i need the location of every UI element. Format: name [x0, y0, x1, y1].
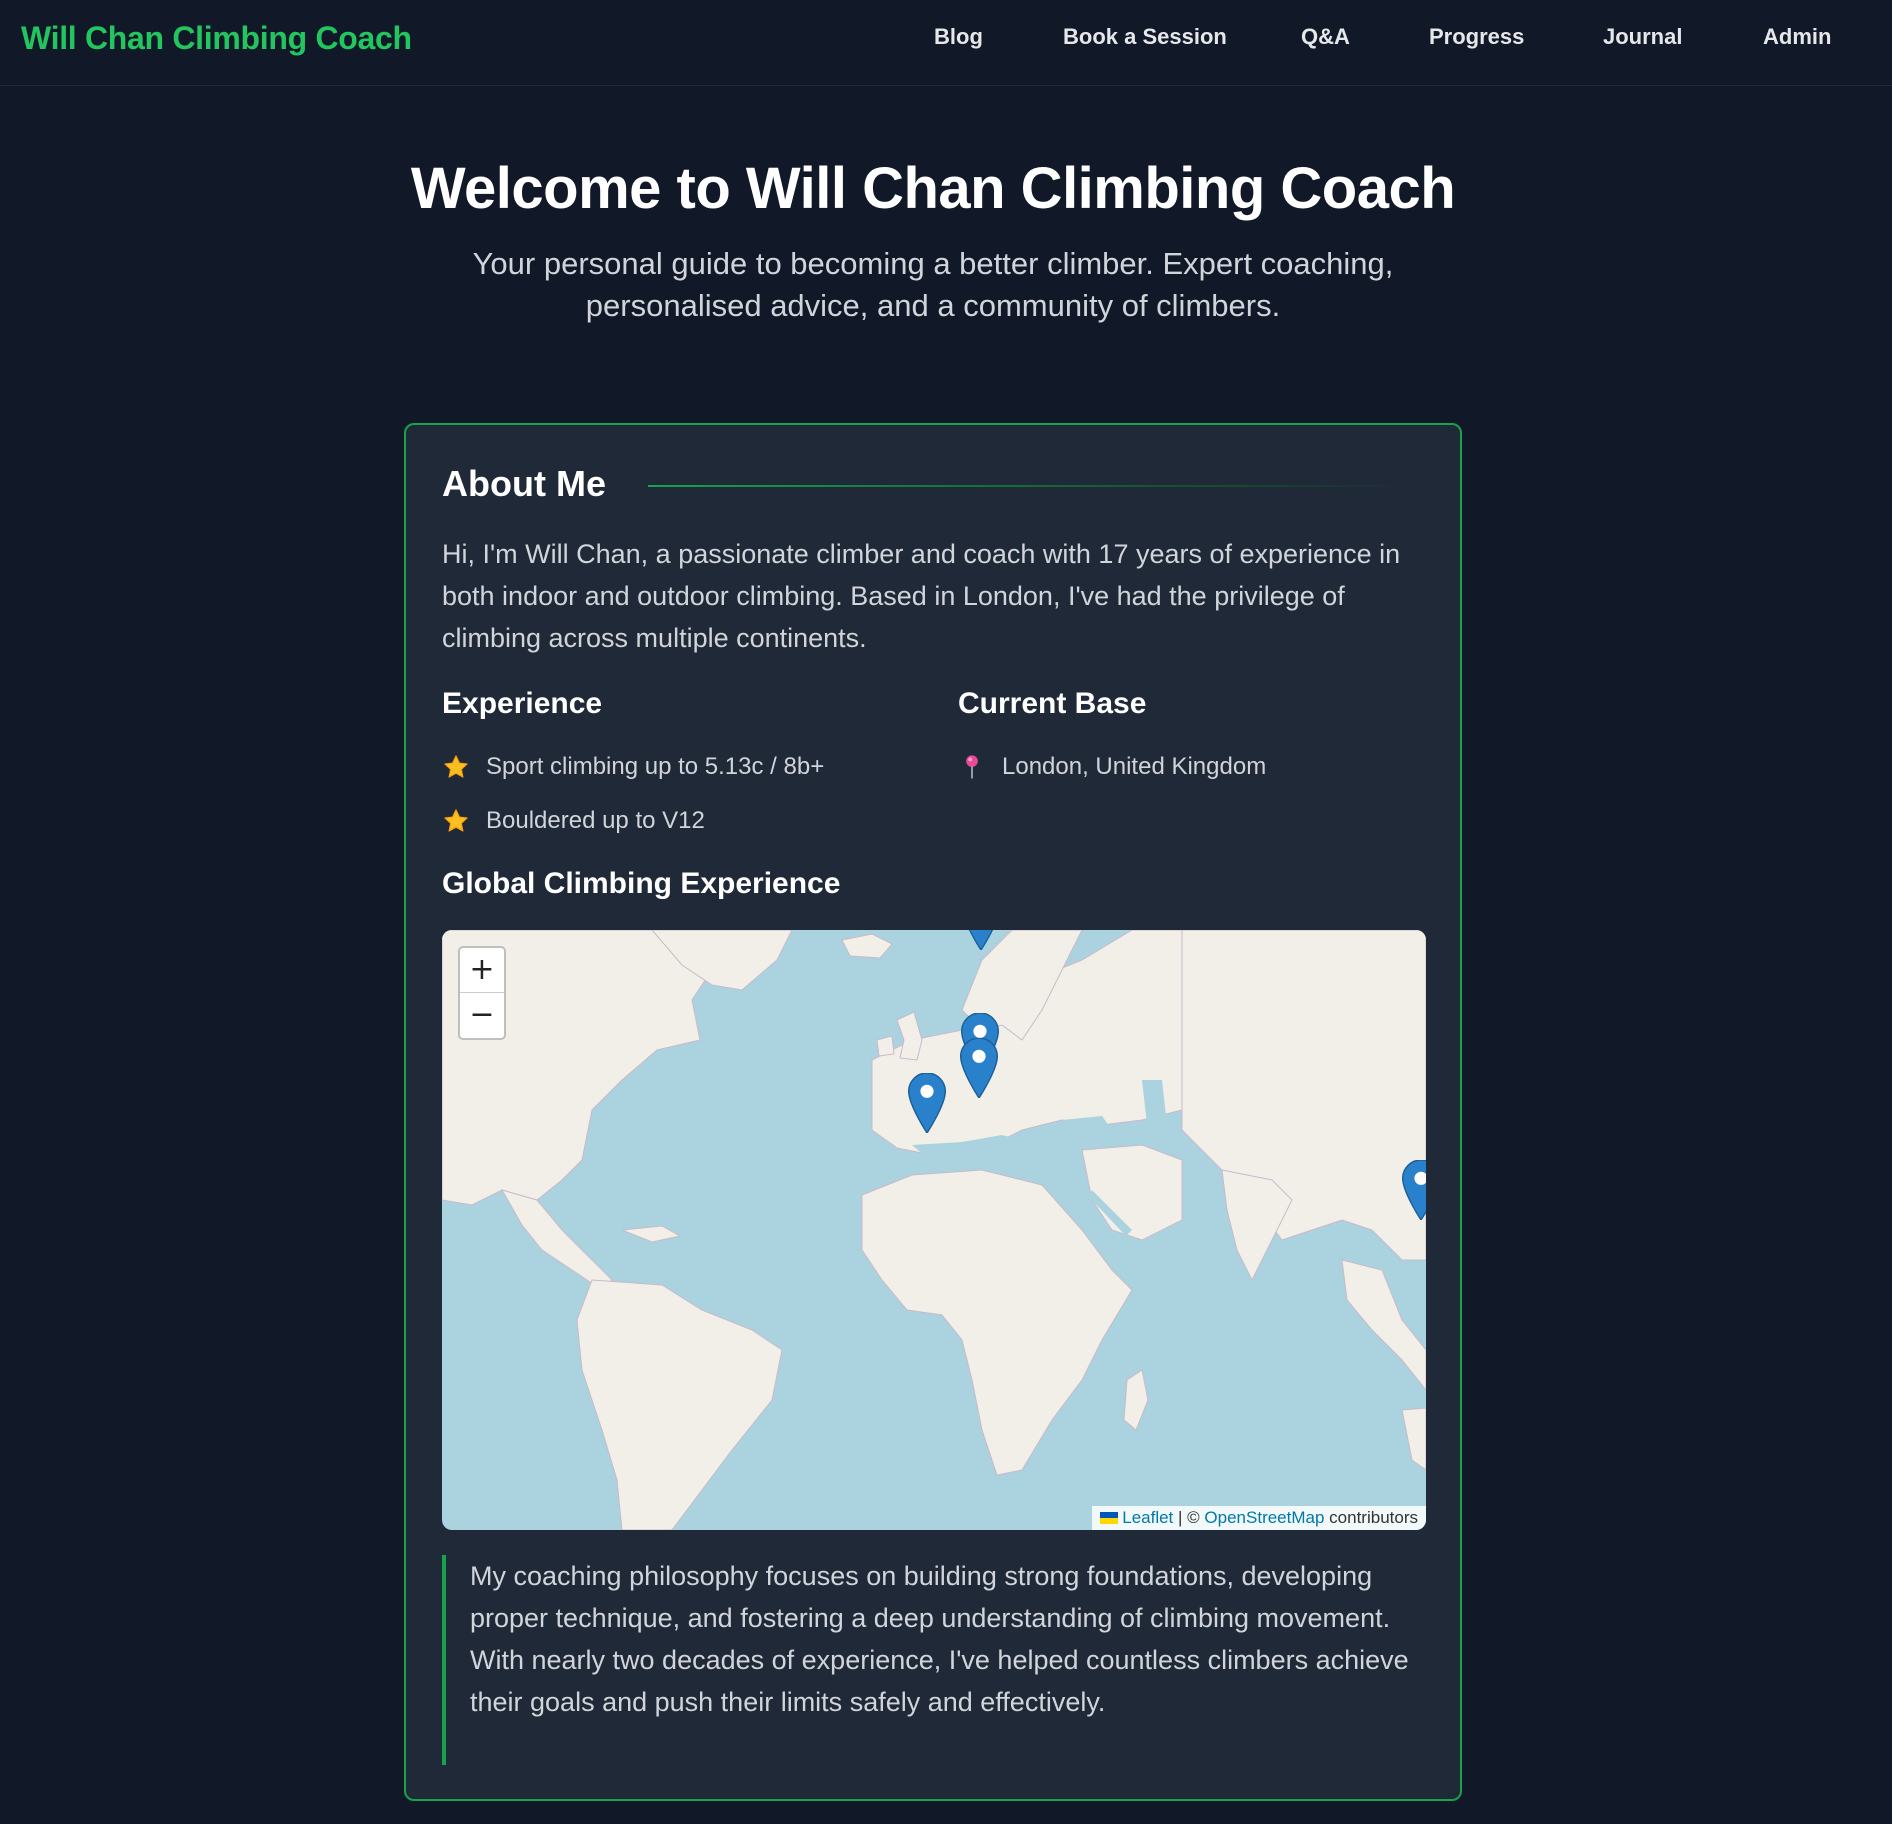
pushpin-icon: [966, 755, 978, 779]
about-title: About Me: [442, 463, 606, 504]
hero-subtitle: Your personal guide to becoming a better…: [472, 246, 1394, 323]
about-card: About Me Hi, I'm Will Chan, a passionate…: [404, 423, 1462, 1801]
osm-link[interactable]: OpenStreetMap: [1204, 1508, 1324, 1527]
experience-list: Sport climbing up to 5.13c / 8b+ Boulder…: [442, 751, 824, 859]
about-intro: Hi, I'm Will Chan, a passionate climber …: [442, 539, 1401, 653]
nav-link-qa[interactable]: Q&A: [1301, 24, 1350, 50]
nav-link-book-session[interactable]: Book a Session: [1063, 24, 1227, 50]
map-marker[interactable]: [960, 1038, 998, 1098]
leaflet-link[interactable]: Leaflet: [1122, 1508, 1173, 1527]
list-item-text: Sport climbing up to 5.13c / 8b+: [486, 753, 825, 780]
nav-link-blog[interactable]: Blog: [934, 24, 983, 50]
map-marker[interactable]: [1402, 1160, 1426, 1220]
nav-link-progress[interactable]: Progress: [1429, 24, 1524, 50]
world-map[interactable]: + − Leaflet | © OpenStreetMap contributo…: [442, 930, 1426, 1530]
list-item: Bouldered up to V12: [442, 805, 824, 859]
nav-link-journal[interactable]: Journal: [1603, 24, 1682, 50]
zoom-out-button[interactable]: −: [460, 993, 504, 1038]
attribution-suffix: contributors: [1329, 1508, 1418, 1527]
list-item-text: London, United Kingdom: [1002, 753, 1267, 780]
list-item-text: Bouldered up to V12: [486, 807, 705, 834]
current-base-heading: Current Base: [958, 687, 1147, 720]
map-tiles: [442, 930, 1426, 1530]
experience-heading: Experience: [442, 687, 603, 720]
nav-links: Blog Book a Session Q&A Progress Journal…: [0, 24, 1892, 54]
hero-title: Welcome to Will Chan Climbing Coach: [410, 156, 1456, 221]
zoom-in-button[interactable]: +: [460, 948, 504, 993]
star-icon: [444, 755, 468, 778]
title-divider: [648, 485, 1408, 487]
map-attribution: Leaflet | © OpenStreetMap contributors: [1092, 1506, 1426, 1530]
zoom-control: + −: [458, 946, 506, 1040]
nav-link-admin[interactable]: Admin: [1763, 24, 1831, 50]
ukraine-flag-icon: [1100, 1512, 1119, 1524]
philosophy-quote: My coaching philosophy focuses on buildi…: [442, 1555, 1422, 1765]
list-item: London, United Kingdom: [958, 751, 1266, 805]
navbar: Will Chan Climbing Coach Blog Book a Ses…: [0, 0, 1892, 86]
global-experience-heading: Global Climbing Experience: [442, 867, 841, 900]
map-marker[interactable]: [908, 1073, 946, 1133]
star-icon: [444, 809, 468, 832]
base-list: London, United Kingdom: [958, 751, 1266, 805]
map-marker[interactable]: [962, 930, 1000, 950]
list-item: Sport climbing up to 5.13c / 8b+: [442, 751, 824, 805]
attribution-separator: | ©: [1178, 1508, 1200, 1527]
